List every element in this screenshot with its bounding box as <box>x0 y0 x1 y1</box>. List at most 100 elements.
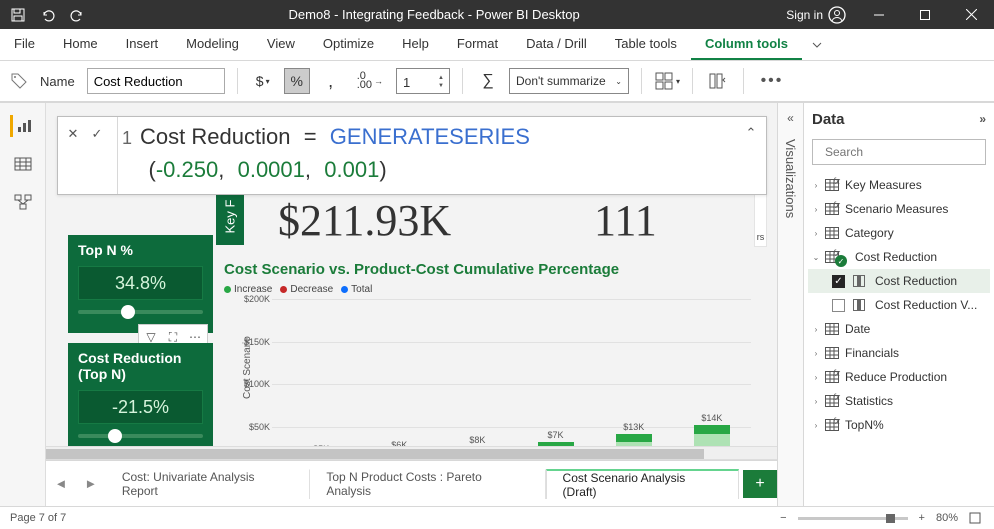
name-field-label: Name <box>40 74 75 89</box>
fields-tree: ›fxKey Measures›fxScenario Measures›Cate… <box>804 173 994 506</box>
user-icon <box>828 6 846 24</box>
currency-format-button[interactable]: $▾ <box>250 68 276 94</box>
tab-modeling[interactable]: Modeling <box>172 29 253 60</box>
bar-february[interactable]: $6K <box>375 329 423 459</box>
model-view-icon[interactable] <box>10 191 36 213</box>
data-pane: Data » ›fxKey Measures›fxScenario Measur… <box>803 103 994 506</box>
tab-help[interactable]: Help <box>388 29 443 60</box>
table-row[interactable]: ›fxTopN% <box>808 413 990 437</box>
column-icon <box>853 275 865 287</box>
window-title: Demo8 - Integrating Feedback - Power BI … <box>90 7 778 22</box>
cost-reduction-value: -21.5% <box>78 390 203 424</box>
tab-format[interactable]: Format <box>443 29 512 60</box>
viz-pane-expand-icon[interactable]: « <box>787 111 794 125</box>
tab-view[interactable]: View <box>253 29 309 60</box>
thousands-separator-button[interactable]: , <box>318 68 344 94</box>
undo-icon[interactable] <box>35 2 61 28</box>
bar-january[interactable]: $5K <box>297 329 345 459</box>
data-pane-collapse-icon[interactable]: » <box>979 112 986 126</box>
bar-may[interactable]: $13K <box>610 329 658 459</box>
report-view-icon[interactable] <box>10 115 36 137</box>
decimal-places-input[interactable]: 1 <box>397 69 433 95</box>
visualizations-pane-collapsed: « Visualizations <box>777 103 803 506</box>
data-view-icon[interactable] <box>10 153 36 175</box>
tab-table-tools[interactable]: Table tools <box>601 29 691 60</box>
ribbon-overflow[interactable] <box>802 29 832 60</box>
canvas-horizontal-scrollbar[interactable] <box>46 446 777 460</box>
decimal-format-button[interactable]: .0.00→ <box>352 68 388 94</box>
fields-search[interactable] <box>812 139 986 165</box>
table-row[interactable]: ›fxKey Measures <box>808 173 990 197</box>
tab-home[interactable]: Home <box>49 29 112 60</box>
decimal-places-stepper[interactable]: ▲▼ <box>433 69 449 95</box>
page-nav-next[interactable]: ► <box>76 462 106 506</box>
kpi-big-value: $211.93K <box>278 195 451 246</box>
maximize-button[interactable] <box>904 0 946 29</box>
cost-reduction-slider[interactable] <box>78 434 203 438</box>
table-row[interactable]: ›Date <box>808 317 990 341</box>
page-tab-1[interactable]: Cost: Univariate Analysis Report <box>106 469 311 499</box>
add-page-button[interactable]: + <box>743 470 777 498</box>
kpi-big-count: 111 <box>594 195 657 246</box>
fit-to-page-button[interactable] <box>966 512 984 524</box>
table-row[interactable]: ›fxScenario Measures <box>808 197 990 221</box>
redo-icon[interactable] <box>64 2 90 28</box>
view-switch-rail <box>0 103 46 506</box>
sort-by-column-button[interactable] <box>705 68 731 94</box>
more-options-button[interactable]: ••• <box>756 68 788 94</box>
percent-format-button[interactable]: % <box>284 68 310 94</box>
tab-insert[interactable]: Insert <box>112 29 173 60</box>
table-row[interactable]: ›Category <box>808 221 990 245</box>
tab-data-drill[interactable]: Data / Drill <box>512 29 601 60</box>
formula-text[interactable]: 1Cost Reduction = GENERATESERIES (-0.250… <box>118 117 742 194</box>
summarization-select[interactable]: Don't summarize⌄ <box>509 68 629 94</box>
sign-in-button[interactable]: Sign in <box>778 3 854 27</box>
topn-slider[interactable] <box>78 310 203 314</box>
close-button[interactable] <box>950 0 992 29</box>
page-nav-prev[interactable]: ◄ <box>46 462 76 506</box>
formula-cancel-icon[interactable]: ✕ <box>64 125 82 143</box>
bar-june[interactable]: $14K <box>688 329 736 459</box>
zoom-out-button[interactable]: − <box>777 512 789 524</box>
tab-optimize[interactable]: Optimize <box>309 29 388 60</box>
bar-march[interactable]: $8K <box>453 329 501 459</box>
tab-file[interactable]: File <box>0 29 49 60</box>
formula-commit-icon[interactable]: ✓ <box>88 125 106 143</box>
formula-bar[interactable]: ✕ ✓ 1Cost Reduction = GENERATESERIES (-0… <box>57 116 767 195</box>
zoom-in-button[interactable]: + <box>916 512 928 524</box>
cost-reduction-slicer-card[interactable]: Cost Reduction (Top N) -21.5% <box>68 343 213 448</box>
topn-title: Top N % <box>78 242 203 258</box>
table-row[interactable]: ›fxReduce Production <box>808 365 990 389</box>
key-figures-strip: Key F <box>216 187 244 245</box>
table-row[interactable]: ›Financials <box>808 341 990 365</box>
data-category-button[interactable]: ▾ <box>654 68 680 94</box>
page-tab-2[interactable]: Top N Product Costs : Pareto Analysis <box>310 469 545 499</box>
fields-search-input[interactable] <box>825 145 980 159</box>
topn-slicer-card[interactable]: Top N % 34.8% <box>68 235 213 333</box>
topn-value: 34.8% <box>78 266 203 300</box>
title-bar: Demo8 - Integrating Feedback - Power BI … <box>0 0 994 29</box>
ribbon-tabs: File Home Insert Modeling View Optimize … <box>0 29 994 61</box>
column-tools-ribbon: Name $▾ % , .0.00→ 1 ▲▼ ∑ Don't summariz… <box>0 61 994 103</box>
table-row[interactable]: ⌄fx✓Cost Reduction <box>808 245 990 269</box>
viz-pane-label[interactable]: Visualizations <box>783 139 798 218</box>
status-bar: Page 7 of 7 − + 80% <box>0 506 994 529</box>
waterfall-chart[interactable]: Cost Scenario vs. Product-Cost Cumulativ… <box>224 261 751 460</box>
formula-bar-collapse-icon[interactable]: ⌃ <box>742 117 760 194</box>
zoom-slider[interactable] <box>798 517 908 520</box>
field-row[interactable]: ✓Cost Reduction <box>808 269 990 293</box>
zoom-percent: 80% <box>936 512 958 524</box>
page-tab-bar: ◄ ► Cost: Univariate Analysis Report Top… <box>46 460 777 506</box>
tab-column-tools[interactable]: Column tools <box>691 29 802 60</box>
data-pane-title: Data <box>812 111 845 128</box>
cost-reduction-title: Cost Reduction (Top N) <box>78 350 203 382</box>
page-tab-3[interactable]: Cost Scenario Analysis (Draft) <box>546 469 740 499</box>
status-page-indicator: Page 7 of 7 <box>10 512 66 524</box>
bar-april[interactable]: $7K <box>532 329 580 459</box>
table-row[interactable]: ›fxStatistics <box>808 389 990 413</box>
column-name-input[interactable] <box>87 68 225 94</box>
save-icon[interactable] <box>5 2 31 28</box>
tag-icon <box>8 71 32 91</box>
field-row[interactable]: Cost Reduction V... <box>808 293 990 317</box>
minimize-button[interactable] <box>858 0 900 29</box>
